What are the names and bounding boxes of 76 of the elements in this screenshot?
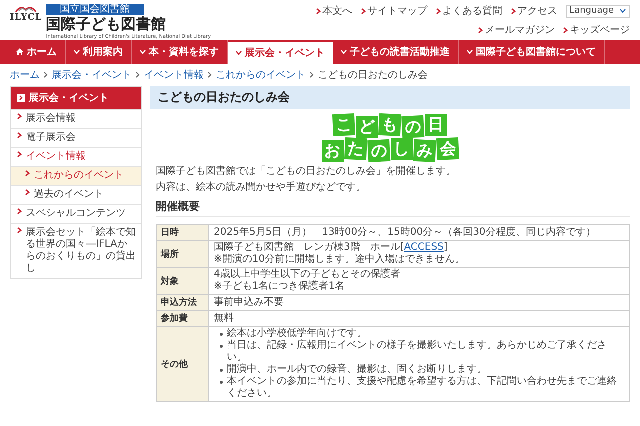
header-link[interactable]: キッズページ <box>563 23 630 37</box>
caret-icon <box>467 50 473 54</box>
row-label: その他 <box>161 358 188 370</box>
row-label: 場所 <box>161 248 179 260</box>
row-label: 申込方法 <box>161 296 197 309</box>
caret-icon <box>341 50 347 54</box>
cell-text: 無料 <box>214 312 235 324</box>
caret-icon <box>74 50 80 54</box>
chevron-icon <box>25 170 30 177</box>
page-title: こどもの日おたのしみ会 <box>150 86 630 109</box>
nav-tab[interactable]: ホーム <box>8 40 66 64</box>
caret-icon <box>140 50 146 54</box>
bullet-icon <box>220 345 223 348</box>
chevron-icon <box>360 8 366 14</box>
cell-text: 絵本は小学校低学年向けです。 <box>227 328 367 340</box>
chevron-icon <box>310 72 314 78</box>
logo-text: ILYCL <box>10 13 42 23</box>
nav-tab[interactable]: 展示会・イベント <box>228 42 333 64</box>
cell-text: 本イベントの参加に当たり、支援や配慮を希望する方は、下記問い合わせ先までご連絡ください。 <box>227 376 618 400</box>
chevron-icon <box>17 132 22 139</box>
breadcrumb-link[interactable]: ホーム <box>10 68 40 82</box>
banner-title: こどもの日 <box>333 114 447 136</box>
cell-text: 事前申込み不要 <box>214 296 285 308</box>
chevron-icon <box>316 8 321 14</box>
cell-text: 開演中、ホール内での録音、撮影は、固くお断りします。 <box>227 364 487 376</box>
row-label: 対象 <box>161 275 179 288</box>
row-label: 参加費 <box>161 312 188 325</box>
nav-tab[interactable]: 利用案内 <box>66 40 132 64</box>
header-link[interactable]: 本文へ <box>316 4 353 18</box>
sidebar-item[interactable]: これからのイベント <box>11 166 141 185</box>
chevron-icon <box>44 72 48 78</box>
language-select[interactable]: Language <box>566 4 630 18</box>
chevron-icon <box>136 72 140 78</box>
cell-text: ※開演の10分前に開場します。途中入場はできません。 <box>214 254 466 266</box>
chevron-icon <box>563 26 568 34</box>
cell-text: 当日は、記録・広報用にイベントの様子を撮影いたします。あらかじめご了承ください。 <box>227 340 608 364</box>
site-title: 国際子ども図書館 <box>46 16 166 33</box>
section-heading: 開催概要 <box>156 199 630 217</box>
banner-title: おたのしみ会 <box>322 138 458 160</box>
book-logo-icon <box>15 4 38 13</box>
row-label: 日時 <box>161 226 179 239</box>
bullet-icon <box>220 333 223 336</box>
cell-text: 国際子ども図書館 レンガ棟3階 ホール[ACCESS] <box>214 242 449 254</box>
chevron-box-icon <box>17 94 25 102</box>
sidebar-heading: 展示会・イベント <box>11 87 141 109</box>
caret-icon <box>236 51 242 55</box>
cell-text: 4歳以上中学生以下の子どもとその保護者 <box>214 269 402 280</box>
chevron-icon <box>436 8 441 14</box>
org-label: 国立国会図書館 <box>46 4 144 15</box>
cell-text: ※子ども1名につき保護者1名 <box>214 281 346 293</box>
intro-text: 国際子ども図書館では「こどもの日おたのしみ会」を開催します。 <box>156 165 457 178</box>
header-link[interactable]: アクセス <box>510 4 558 18</box>
chevron-icon <box>510 8 516 14</box>
bullet-icon <box>220 369 223 372</box>
caret-icon <box>620 9 626 13</box>
breadcrumb-link[interactable]: これからのイベント <box>216 68 306 82</box>
breadcrumb-current: こどもの日おたのしみ会 <box>318 69 428 82</box>
access-link[interactable]: ACCESS <box>404 242 444 253</box>
breadcrumb-link[interactable]: 展示会・イベント <box>52 68 132 82</box>
home-icon <box>16 48 24 56</box>
chevron-icon <box>25 189 30 196</box>
cell-text: 2025年5月5日（月） 13時00分～、15時00分～（各回30分程度、同じ内容です） <box>214 226 597 238</box>
chevron-icon <box>478 26 483 34</box>
chevron-icon <box>17 151 22 158</box>
breadcrumb-link[interactable]: イベント情報 <box>144 68 204 82</box>
nav-tab[interactable]: 子どもの読書活動推進 <box>333 40 459 64</box>
bullet-icon <box>220 381 223 384</box>
chevron-icon <box>17 113 22 120</box>
header-link[interactable]: よくある質問 <box>436 4 503 18</box>
chevron-icon <box>208 72 212 78</box>
intro-text: 内容は、絵本の読み聞かせや手遊びなどです。 <box>156 181 367 194</box>
header-link[interactable]: メールマガジン <box>478 23 555 37</box>
nav-tab[interactable]: 国際子ども図書館について <box>459 40 605 64</box>
chevron-icon <box>17 208 22 215</box>
header-link[interactable]: サイトマップ <box>360 4 428 18</box>
chevron-icon <box>17 227 22 234</box>
